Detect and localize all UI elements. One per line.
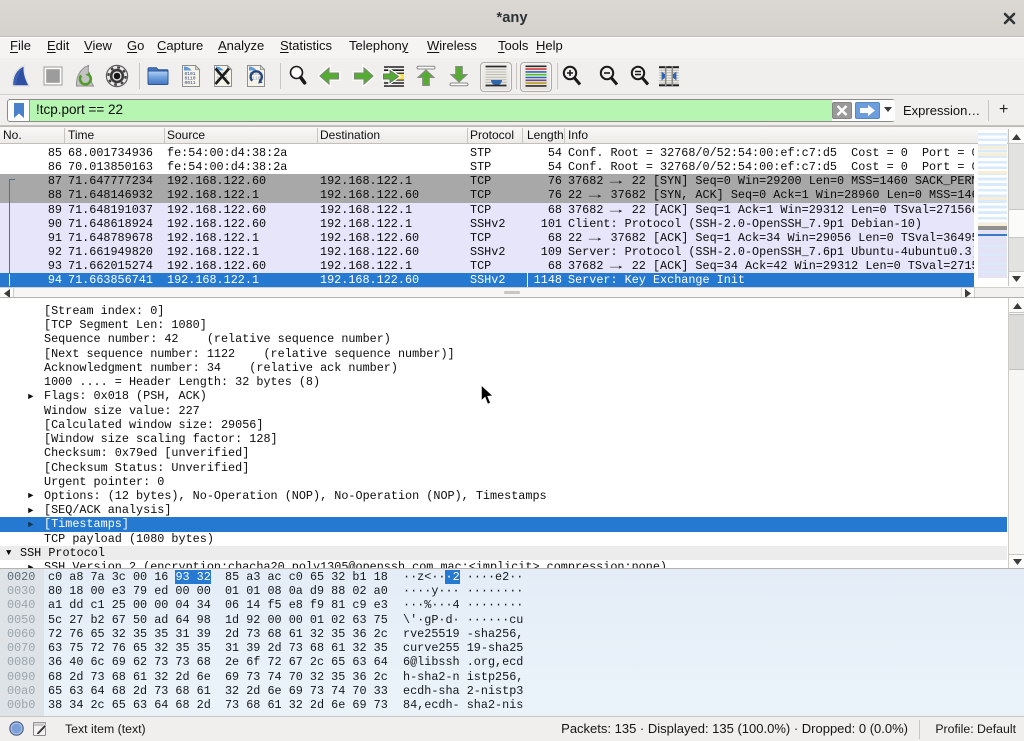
svg-text:0011: 0011 xyxy=(185,80,196,86)
